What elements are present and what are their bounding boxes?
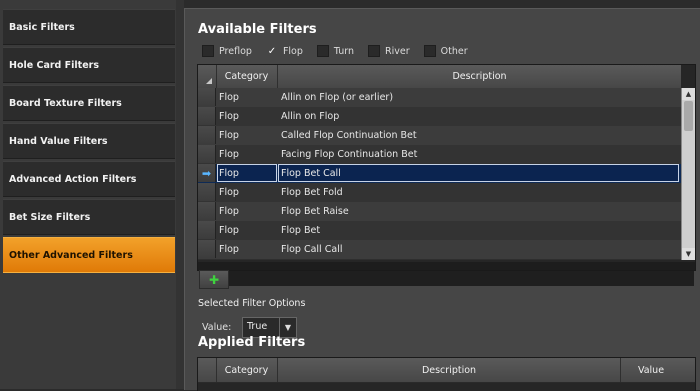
checkbox-label: Other [440,45,468,57]
sidebar-item-other-advanced-filters[interactable]: Other Advanced Filters [3,237,175,273]
value-label: Value: [202,322,232,333]
sidebar-item-hole-card-filters[interactable]: Hole Card Filters [3,47,175,83]
cell-category: Flop [219,129,239,141]
row-indicator[interactable] [198,183,216,201]
checkbox-label: River [385,45,410,57]
cell-description: Allin on Flop [281,110,340,122]
table-row[interactable]: Flop Flop Bet Raise [198,202,681,222]
sidebar-item-label: Advanced Action Filters [9,173,137,185]
selected-filter-options-title: Selected Filter Options [198,298,306,309]
cell-description: Flop Bet Call [278,164,679,182]
checkbox-turn[interactable]: Turn [316,45,355,57]
checkbox-preflop[interactable]: Preflop [202,45,252,57]
row-indicator[interactable] [198,88,216,106]
table-row[interactable]: Flop Allin on Flop (or earlier) [198,88,681,108]
cell-category: Flop [219,224,239,236]
scrollbar-thumb[interactable] [684,101,693,131]
cell-category: Flop [219,110,239,122]
checkbox-label: Turn [333,45,355,57]
sidebar-item-advanced-action-filters[interactable]: Advanced Action Filters [3,161,175,197]
column-header-description[interactable]: Description [278,65,681,88]
applied-filters-title: Applied Filters [198,335,306,350]
available-filters-title: Available Filters [198,22,317,37]
row-indicator[interactable] [198,240,216,258]
checkbox-box[interactable] [316,45,329,57]
scroll-up-icon[interactable]: ▲ [682,88,695,100]
column-header-description[interactable]: Description [278,358,621,382]
column-header-value[interactable]: Value [621,358,681,382]
row-indicator[interactable] [198,145,216,163]
column-header-category[interactable]: Category [216,65,278,88]
table-row[interactable]: Flop Flop Bet Fold [198,183,681,203]
select-all-corner[interactable] [198,65,217,88]
cell-description: Facing Flop Continuation Bet [281,148,418,160]
sidebar-item-label: Bet Size Filters [9,211,91,223]
current-row-arrow-icon[interactable]: ➡ [198,164,216,182]
checkbox-flop[interactable]: ✓ Flop [266,45,303,57]
applied-filters-grid: Category Description Value [197,357,696,391]
table-row[interactable]: Flop Allin on Flop [198,107,681,127]
available-filters-grid: Category Description Flop Allin on Flop … [197,64,696,271]
sidebar-item-label: Board Texture Filters [9,97,122,109]
filter-panel: Available Filters Preflop ✓ Flop Turn Riv… [184,8,700,391]
cell-description: Flop Bet Fold [281,186,343,198]
cell-description: Allin on Flop (or earlier) [281,91,394,103]
checkbox-box[interactable] [202,45,214,57]
street-checkboxes: Preflop ✓ Flop Turn River Other [202,45,482,57]
sidebar-item-board-texture-filters[interactable]: Board Texture Filters [3,85,175,121]
table-row-selected[interactable]: ➡ Flop Flop Bet Call [198,164,681,184]
table-row[interactable]: Flop Facing Flop Continuation Bet [198,145,681,165]
scroll-down-icon[interactable]: ▼ [682,248,695,260]
row-indicator[interactable] [198,126,216,144]
grid-header: Category Description [198,65,681,89]
sidebar-item-label: Hole Card Filters [9,59,99,71]
cell-category: Flop [217,164,277,182]
cell-description: Called Flop Continuation Bet [281,129,417,141]
cell-description: Flop Call Call [281,243,343,255]
cell-category: Flop [219,148,239,160]
checkbox-label: Preflop [219,45,252,57]
sidebar-item-bet-size-filters[interactable]: Bet Size Filters [3,199,175,235]
row-indicator[interactable] [198,107,216,125]
applied-select-all-corner[interactable] [198,358,217,382]
sidebar-item-label: Hand Value Filters [9,135,108,147]
grid-vertical-scrollbar[interactable]: ▲ ▼ [681,88,695,260]
add-filter-bar [229,271,694,286]
checkbox-label: Flop [282,45,303,57]
sidebar-item-hand-value-filters[interactable]: Hand Value Filters [3,123,175,159]
cell-category: Flop [219,243,239,255]
cell-category: Flop [219,91,239,103]
row-indicator[interactable] [198,202,216,220]
sidebar-item-label: Basic Filters [9,21,75,33]
add-icon: ✚ [208,272,220,287]
sidebar-item-label: Other Advanced Filters [9,249,133,261]
value-select-text: True [247,321,268,332]
column-header-category[interactable]: Category [216,358,278,382]
cell-category: Flop [219,186,239,198]
checkbox-box[interactable] [368,45,381,57]
table-row[interactable]: Flop Flop Call Call [198,240,681,260]
filter-category-sidebar: Basic Filters Hole Card Filters Board Te… [0,0,176,389]
add-filter-button[interactable]: ✚ [199,270,229,289]
checkmark-icon[interactable]: ✓ [266,45,278,57]
checkbox-box[interactable] [423,45,436,57]
applied-grid-header: Category Description Value [198,358,695,383]
checkbox-river[interactable]: River [368,45,410,57]
table-row[interactable]: Flop Flop Bet [198,221,681,241]
cell-description: Flop Bet Raise [281,205,349,217]
sidebar-item-basic-filters[interactable]: Basic Filters [3,9,175,45]
table-row[interactable]: Flop Called Flop Continuation Bet [198,126,681,146]
cell-description: Flop Bet [281,224,321,236]
row-indicator[interactable] [198,221,216,239]
cell-category: Flop [219,205,239,217]
panel-gap [176,0,184,389]
checkbox-other[interactable]: Other [423,45,468,57]
grid-footer-bar [198,262,695,270]
